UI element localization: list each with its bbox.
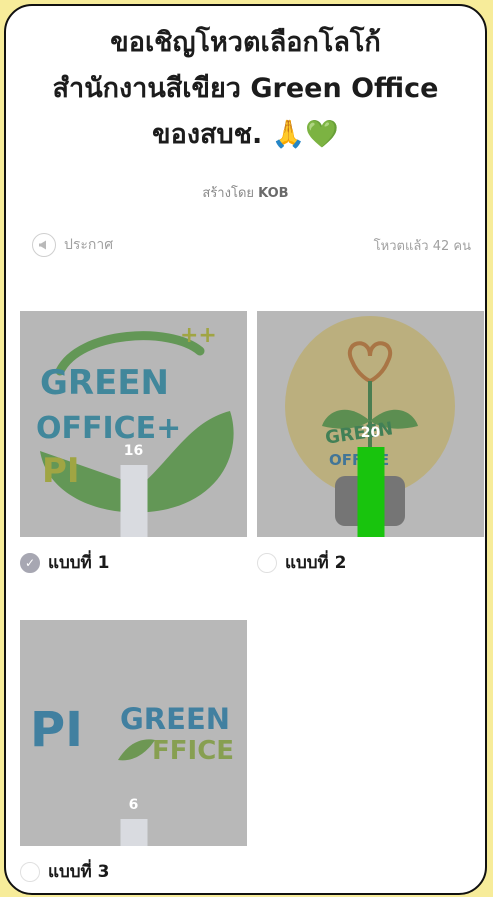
announce-label: ประกาศ <box>64 237 114 253</box>
option-2-label: แบบที่ 2 <box>285 553 347 573</box>
creator-name: KOB <box>258 186 289 201</box>
option-2-label-row[interactable]: แบบที่ 2 <box>257 549 484 576</box>
option-1-image[interactable]: GREEN ++ OFFICE+ PI 16 <box>20 311 247 537</box>
option-3-label: แบบที่ 3 <box>48 862 110 882</box>
option-1-vote-bar <box>120 465 147 537</box>
poll-title: ขอเชิญโหวตเลือกโลโก้ สำนักงานสีเขียว Gre… <box>6 20 485 158</box>
option-1-vote-count: 16 <box>123 443 144 459</box>
option-2-radio[interactable] <box>257 552 277 573</box>
option-3-label-row[interactable]: แบบที่ 3 <box>20 858 247 885</box>
option-1-label-row[interactable]: ✓ แบบที่ 1 <box>20 549 247 576</box>
option-1-label: แบบที่ 1 <box>48 553 110 573</box>
poll-card: ขอเชิญโหวตเลือกโลโก้ สำนักงานสีเขียว Gre… <box>4 4 487 895</box>
option-2-vote-count: 20 <box>360 425 381 441</box>
option-3-vote-bar <box>120 819 147 846</box>
title-line-1: ขอเชิญโหวตเลือกโลโก้ <box>110 27 381 58</box>
option-3-vote-count: 6 <box>128 797 139 813</box>
option-1-check-icon[interactable]: ✓ <box>20 552 40 573</box>
announce-button[interactable]: ประกาศ <box>32 233 113 257</box>
creator-prefix: สร้างโดย <box>202 186 259 201</box>
green-heart-emoji-icon: 💚 <box>305 119 339 150</box>
option-2-image[interactable]: GREEN OFFICE 20 <box>257 311 484 537</box>
option-3-image[interactable]: PI GREEN FFICE 6 <box>20 620 247 846</box>
creator-line: สร้างโดย KOB <box>6 182 485 203</box>
option-3-radio[interactable] <box>20 861 40 882</box>
poll-option-3[interactable]: PI GREEN FFICE 6 แบบที่ 3 <box>20 620 247 885</box>
title-line-3-text: ของสบช. <box>152 119 272 150</box>
option-2-vote-bar <box>357 447 384 537</box>
voted-count: โหวตแล้ว 42 คน <box>373 238 471 254</box>
title-line-2: สำนักงานสีเขียว Green Office <box>52 73 439 104</box>
pray-emoji-icon: 🙏 <box>271 119 306 150</box>
poll-option-1[interactable]: GREEN ++ OFFICE+ PI 16 ✓ แบบที่ 1 <box>20 311 247 576</box>
poll-option-2[interactable]: GREEN OFFICE 20 แบบที่ 2 <box>257 311 484 576</box>
megaphone-icon <box>32 233 56 257</box>
poll-meta-row: ประกาศ โหวตแล้ว 42 คน <box>32 230 471 260</box>
title-line-3: ของสบช. 🙏💚 <box>6 112 485 158</box>
